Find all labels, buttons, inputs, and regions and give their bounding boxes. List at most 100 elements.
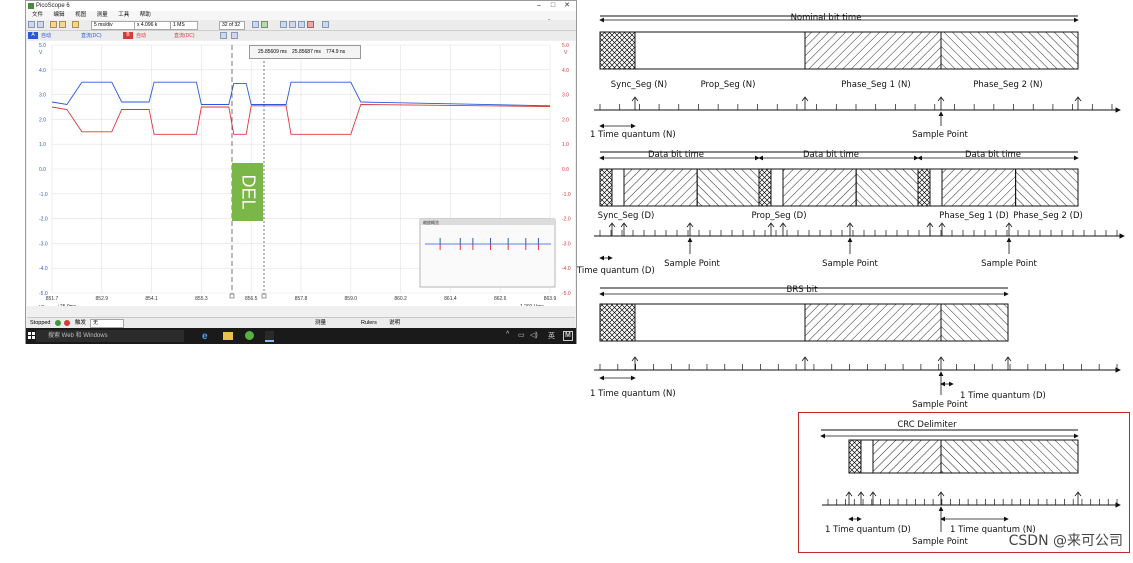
left-axis-unit: V: [39, 50, 43, 56]
data-sample-2: Sample Point: [822, 259, 878, 269]
channel-a-coupling[interactable]: 自动: [41, 32, 51, 39]
samples-select[interactable]: 1 MS: [170, 21, 198, 30]
volume-icon[interactable]: ◁): [530, 331, 538, 339]
scope-view[interactable]: 5.0 4.0 3.0 2.0 1.0 0.0 -1.0 -2.0 -3.0 -4.0 -5.0 5.…: [27, 41, 575, 306]
scope-plot[interactable]: 5.0 4.0 3.0 2.0 1.0 0.0 -1.0 -2.0 -3.0 -4.0 -5.0 5.…: [27, 41, 575, 306]
math-channel-icon[interactable]: [231, 32, 238, 39]
left-axis-tick: -4.0: [39, 266, 48, 272]
stop-button[interactable]: [64, 320, 70, 326]
right-axis-tick: 2.0: [562, 117, 569, 123]
zoom-in-icon[interactable]: [280, 21, 287, 28]
ruler-readout: 25.85609 ms 25.85687 ms 774.9 ns: [249, 45, 361, 59]
lock-icon[interactable]: [59, 21, 66, 28]
zoom-out-icon[interactable]: [289, 21, 296, 28]
del-marker-label: DEL: [238, 174, 258, 210]
nominal-bit-title: Nominal bit time: [791, 13, 862, 23]
channel-bar: A 自动 直流(DC) B 自动 直流(DC): [26, 31, 576, 40]
buffer-indicator[interactable]: 32 of 32: [219, 21, 245, 30]
nominal-prop-seg: [634, 31, 806, 70]
zoom-overview-titlebar: [420, 219, 555, 225]
windows-start-icon[interactable]: [28, 332, 35, 339]
x-axis-tick: 862.6: [494, 296, 507, 302]
edge-icon[interactable]: e: [202, 331, 208, 342]
nominal-sync-seg: [599, 31, 636, 70]
minimize-icon[interactable]: –: [532, 1, 546, 11]
left-axis-tick: 4.0: [39, 68, 46, 74]
menu-file[interactable]: 文件: [32, 12, 43, 18]
wrench-icon[interactable]: [72, 21, 79, 28]
data-sync-seg: [599, 168, 613, 207]
data-seg-prop: Prop_Seg (D): [751, 211, 806, 221]
channel-b-coupling[interactable]: 自动: [136, 32, 146, 39]
data-phase2-seg: [1015, 168, 1079, 207]
measure-label[interactable]: 测量: [315, 318, 326, 328]
x-axis-tick: 854.1: [145, 296, 158, 302]
data-quantum: [926, 222, 934, 236]
window-title: PicoScope 6: [36, 3, 70, 9]
pointer-icon[interactable]: [252, 21, 259, 28]
left-axis-tick: 1.0: [39, 142, 46, 148]
channel-b-range[interactable]: 直流(DC): [174, 32, 195, 39]
right-axis-tick: -1.0: [562, 192, 571, 198]
picoscope-window: PicoScope 6 – □ ✕ 文件 编辑 视图 测量 工具 帮助 pico…: [25, 0, 577, 344]
ruler-2-handle: [261, 293, 267, 299]
ruler-readout-2: 25.85687 ms: [292, 49, 321, 55]
picoscope-taskbar-icon[interactable]: [265, 331, 274, 342]
rulers-label[interactable]: Rulers: [361, 318, 377, 328]
channel-options-icon[interactable]: [220, 32, 227, 39]
bit-timing-diagram: Nominal bit time Sync_Seg (N) Prop_Seg (…: [572, 0, 1133, 558]
right-axis-tick: -3.0: [562, 241, 571, 247]
channel-a-range[interactable]: 直流(DC): [81, 32, 102, 39]
tray-chevron-icon[interactable]: ^: [506, 331, 509, 338]
zoom-select[interactable]: x 4.096 k: [134, 21, 172, 30]
app-green-icon[interactable]: [245, 331, 254, 340]
channel-a-badge[interactable]: A: [28, 32, 38, 39]
menu-edit[interactable]: 编辑: [54, 12, 65, 18]
data-phase2-seg: [855, 168, 919, 207]
x-axis-tick: 855.3: [195, 296, 208, 302]
scale-readout: 1.291 Vms: [520, 304, 544, 306]
ruler-1-handle: [229, 293, 235, 299]
network-icon[interactable]: ▭: [518, 331, 525, 339]
channel-b-badge[interactable]: B: [123, 32, 133, 39]
app-icon: [28, 3, 34, 9]
ruler-readout-3: 774.9 ns: [326, 49, 346, 55]
left-axis-tick: -3.0: [39, 241, 48, 247]
data-quantum: [608, 222, 616, 236]
timebase-select[interactable]: 5 ms/div: [91, 21, 135, 30]
nominal-seg-phase1: Phase_Seg 1 (N): [841, 80, 910, 90]
data-bit-title-1: Data bit time: [648, 150, 704, 160]
probe-icon[interactable]: [50, 21, 57, 28]
data-sample-1: Sample Point: [664, 259, 720, 269]
windows-taskbar: 搜索 Web 和 Windows e ^ ▭ ◁) 英 M: [26, 328, 576, 344]
folder-icon[interactable]: [223, 332, 233, 340]
input-language[interactable]: 英: [548, 331, 555, 341]
scope-mode-icon[interactable]: [28, 21, 35, 28]
taskbar-search[interactable]: 搜索 Web 和 Windows: [36, 330, 184, 342]
data-sync-seg: [758, 168, 772, 207]
x-axis-tick: 863.9: [544, 296, 557, 302]
settings-icon[interactable]: [322, 21, 329, 28]
brs-quantum: [801, 356, 809, 370]
menu-tools[interactable]: 工具: [118, 12, 129, 18]
watermark: CSDN @来可公司: [1008, 533, 1123, 549]
hand-icon[interactable]: [261, 21, 268, 28]
left-axis-tick: -1.0: [39, 192, 48, 198]
trigger-select[interactable]: 无: [90, 319, 124, 328]
left-axis-tick: -2.0: [39, 217, 48, 223]
menu-view[interactable]: 视图: [75, 12, 86, 18]
undo-zoom-icon[interactable]: [307, 21, 314, 28]
zoom-fit-icon[interactable]: [298, 21, 305, 28]
menu-measure[interactable]: 测量: [97, 12, 108, 18]
nominal-seg-prop: Prop_Seg (N): [701, 80, 756, 90]
spectrum-mode-icon[interactable]: [37, 21, 44, 28]
right-axis-tick: 3.0: [562, 93, 569, 99]
nominal-quantum: [631, 96, 639, 110]
menu-help[interactable]: 帮助: [140, 12, 151, 18]
x-axis-tick: 859.0: [345, 296, 358, 302]
x-axis-tick: 852.9: [96, 296, 109, 302]
zoom-overview-panel: [419, 218, 556, 288]
maximize-icon[interactable]: □: [546, 1, 560, 11]
notes-label[interactable]: 说明: [389, 318, 400, 328]
start-button[interactable]: [55, 320, 61, 326]
